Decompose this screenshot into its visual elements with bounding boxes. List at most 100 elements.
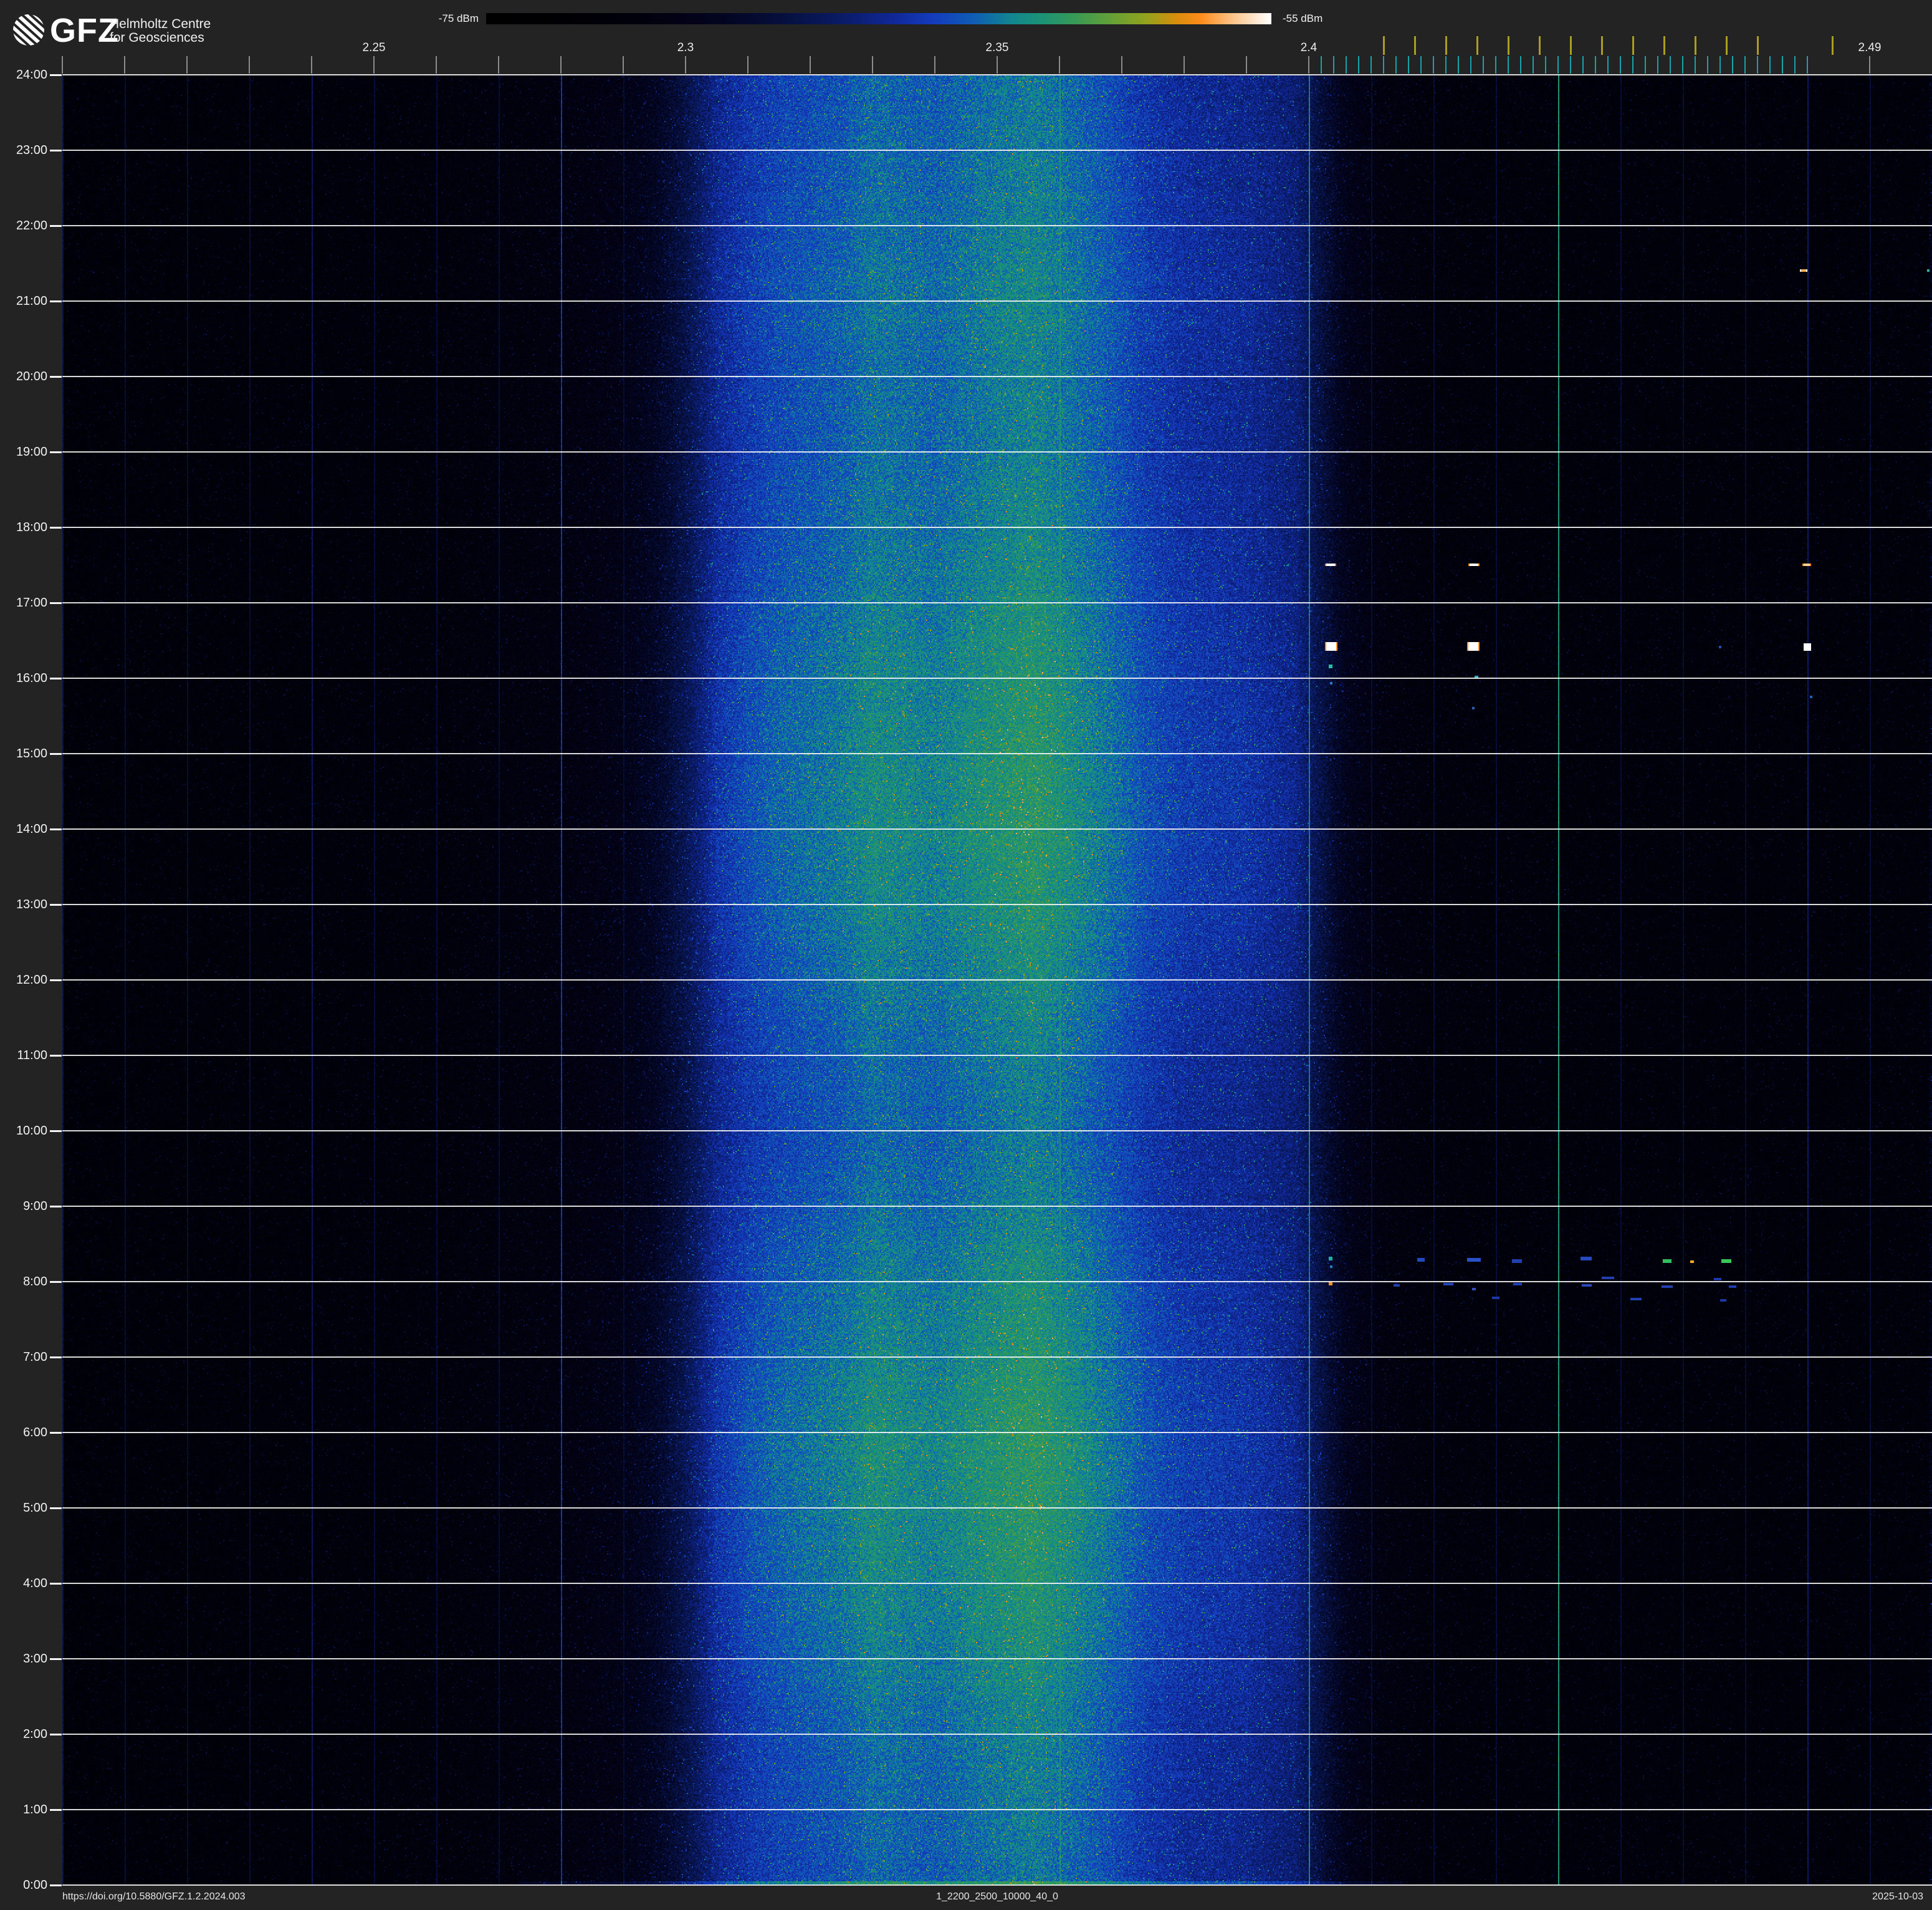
time-label: 16:00 xyxy=(16,671,47,685)
freq-minor-tick xyxy=(1308,56,1309,74)
hour-tick xyxy=(50,1507,62,1509)
colorbar xyxy=(486,13,1271,24)
hour-tick xyxy=(50,1356,62,1358)
hour-gridline xyxy=(62,1507,1932,1509)
wifi-channel-tick xyxy=(1600,36,1603,55)
time-label: 22:00 xyxy=(16,219,47,233)
time-label: 10:00 xyxy=(16,1124,47,1138)
dataset-id-text: 1_2200_2500_10000_40_0 xyxy=(936,1891,1058,1902)
freq-tick-label: 2.3 xyxy=(677,41,694,54)
hour-tick xyxy=(50,1884,62,1886)
bluetooth-channel-tick xyxy=(1620,56,1621,74)
brand-text: GFZ xyxy=(50,12,119,49)
hour-tick xyxy=(50,979,62,981)
freq-minor-tick xyxy=(1184,56,1185,74)
freq-minor-tick xyxy=(1869,56,1870,74)
time-label: 15:00 xyxy=(16,747,47,761)
bluetooth-channel-tick xyxy=(1782,56,1783,74)
hour-gridline xyxy=(62,225,1932,226)
logo-subtitle-line1: Helmholtz Centre xyxy=(110,17,211,31)
wifi-channel-tick xyxy=(1476,36,1478,55)
hour-gridline xyxy=(62,451,1932,453)
hour-tick xyxy=(50,1734,62,1735)
bluetooth-channel-tick xyxy=(1570,56,1571,74)
bluetooth-channel-tick xyxy=(1358,56,1359,74)
bluetooth-channel-tick xyxy=(1370,56,1372,74)
bluetooth-channel-tick xyxy=(1645,56,1646,74)
bluetooth-channel-tick xyxy=(1445,56,1447,74)
hour-tick xyxy=(50,74,62,76)
hour-gridline xyxy=(62,1734,1932,1735)
hour-gridline xyxy=(62,1884,1932,1886)
bluetooth-channel-tick xyxy=(1582,56,1584,74)
hour-tick xyxy=(50,828,62,830)
hour-tick xyxy=(50,1130,62,1132)
bluetooth-channel-tick xyxy=(1595,56,1596,74)
time-label: 12:00 xyxy=(16,973,47,987)
time-label: 9:00 xyxy=(23,1199,47,1213)
hour-gridline xyxy=(62,1432,1932,1433)
footer-bar: https://doi.org/10.5880/GFZ.1.2.2024.003… xyxy=(0,1886,1932,1910)
time-label: 14:00 xyxy=(16,822,47,836)
logo-subtitle-line2: for Geosciences xyxy=(110,31,204,45)
freq-minor-tick xyxy=(747,56,748,74)
hour-gridline xyxy=(62,376,1932,377)
bluetooth-channel-tick xyxy=(1557,56,1559,74)
freq-tick-label: 2.49 xyxy=(1858,41,1882,54)
hour-tick xyxy=(50,527,62,529)
time-label: 0:00 xyxy=(23,1878,47,1892)
time-label: 5:00 xyxy=(23,1501,47,1515)
freq-minor-tick xyxy=(997,56,998,74)
gfz-globe-icon xyxy=(12,14,45,46)
hour-gridline xyxy=(62,1658,1932,1659)
wifi-channel-tick xyxy=(1507,36,1509,55)
freq-minor-tick xyxy=(560,56,562,74)
time-label: 7:00 xyxy=(23,1350,47,1364)
colorbar-max-label: -55 dBm xyxy=(1283,12,1323,24)
hour-gridline xyxy=(62,1809,1932,1810)
time-label: 8:00 xyxy=(23,1275,47,1289)
freq-minor-tick xyxy=(62,56,63,74)
hour-gridline xyxy=(62,1206,1932,1207)
wifi-channel-tick xyxy=(1831,36,1834,55)
bluetooth-channel-tick xyxy=(1321,56,1322,74)
hour-gridline xyxy=(62,74,1932,75)
bluetooth-channel-tick xyxy=(1420,56,1422,74)
time-label: 6:00 xyxy=(23,1426,47,1439)
time-label: 11:00 xyxy=(17,1049,47,1062)
hour-tick xyxy=(50,602,62,604)
wifi-channel-tick xyxy=(1413,36,1416,55)
time-label: 20:00 xyxy=(16,370,47,383)
hour-gridline xyxy=(62,1583,1932,1584)
bluetooth-channel-tick xyxy=(1520,56,1521,74)
time-label: 3:00 xyxy=(23,1652,47,1666)
time-label: 17:00 xyxy=(16,596,47,610)
bluetooth-channel-tick xyxy=(1732,56,1733,74)
freq-minor-tick xyxy=(186,56,188,74)
bluetooth-channel-tick xyxy=(1670,56,1671,74)
hour-gridline xyxy=(62,678,1932,679)
hour-gridline xyxy=(62,1055,1932,1056)
hour-gridline xyxy=(62,527,1932,528)
wifi-channel-tick xyxy=(1725,36,1728,55)
hour-gridline xyxy=(62,1356,1932,1358)
logo-subtitle: Helmholtz Centre for Geosciences xyxy=(110,17,211,45)
freq-minor-tick xyxy=(934,56,935,74)
freq-minor-tick xyxy=(249,56,250,74)
hour-tick xyxy=(50,1206,62,1207)
hour-tick xyxy=(50,451,62,453)
bluetooth-channel-tick xyxy=(1707,56,1708,74)
hour-tick xyxy=(50,1658,62,1660)
bluetooth-channel-tick xyxy=(1632,56,1633,74)
bluetooth-channel-tick xyxy=(1807,56,1808,74)
freq-minor-tick xyxy=(1059,56,1060,74)
hour-tick xyxy=(50,1583,62,1585)
doi-text: https://doi.org/10.5880/GFZ.1.2.2024.003 xyxy=(62,1891,246,1902)
hour-tick xyxy=(50,753,62,755)
bluetooth-channel-tick xyxy=(1533,56,1534,74)
bluetooth-channel-tick xyxy=(1495,56,1496,74)
freq-minor-tick xyxy=(498,56,499,74)
wifi-channel-tick xyxy=(1694,36,1696,55)
hour-tick xyxy=(50,1055,62,1057)
freq-minor-tick xyxy=(373,56,375,74)
